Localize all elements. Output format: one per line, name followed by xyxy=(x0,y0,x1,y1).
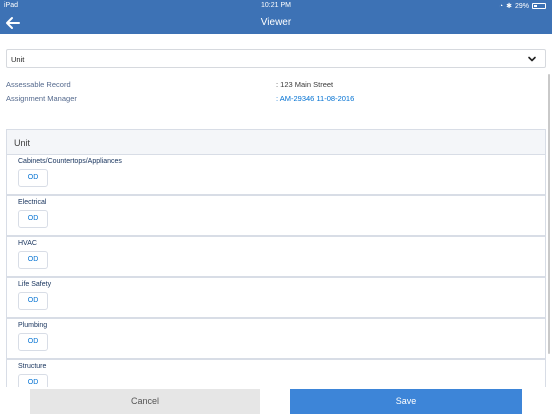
item-label: Electrical xyxy=(18,199,47,206)
battery-percent: 29% xyxy=(514,2,529,10)
save-button[interactable]: Save xyxy=(290,389,522,414)
item-label: Structure xyxy=(18,363,47,370)
list-item: Life Safety OD xyxy=(7,278,545,319)
page-title: Viewer xyxy=(260,17,292,28)
item-label: Plumbing xyxy=(18,322,48,329)
unit-select[interactable]: Unit xyxy=(6,49,546,68)
main-content: Unit Assessable Record : 123 Main Street… xyxy=(0,34,552,387)
section-title: Unit xyxy=(7,130,545,155)
scrollbar[interactable] xyxy=(548,74,550,354)
bluetooth-icon: ✱ xyxy=(506,3,512,10)
status-right: ◔ ✱ 29% xyxy=(499,2,546,10)
item-label: Cabinets/Countertops/Appliances xyxy=(18,158,122,165)
battery-icon xyxy=(532,3,546,9)
list-item: Plumbing OD xyxy=(7,319,545,360)
list-item: HVAC OD xyxy=(7,237,545,278)
list-item: Cabinets/Countertops/Appliances OD xyxy=(7,155,545,196)
assignment-manager-label: Assignment Manager xyxy=(6,94,77,103)
status-time: 10:21 PM xyxy=(261,2,291,9)
item-label: HVAC xyxy=(18,240,37,247)
assessable-record-value: : 123 Main Street xyxy=(276,80,334,89)
od-button[interactable]: OD xyxy=(18,333,48,351)
assignment-manager-link[interactable]: : AM-29346 11-08-2016 xyxy=(276,94,354,103)
od-button[interactable]: OD xyxy=(18,292,48,310)
lock-rotation-icon: ◔ xyxy=(498,2,504,10)
od-button[interactable]: OD xyxy=(18,374,48,387)
od-button[interactable]: OD xyxy=(18,251,48,269)
cancel-button[interactable]: Cancel xyxy=(30,389,260,414)
od-button[interactable]: OD xyxy=(18,210,48,228)
od-button[interactable]: OD xyxy=(18,169,48,187)
list-item: Structure OD xyxy=(7,360,545,387)
unit-section: Unit Cabinets/Countertops/Appliances OD … xyxy=(6,129,546,387)
list-item: Electrical OD xyxy=(7,196,545,237)
status-bar: iPad 10:21 PM ◔ ✱ 29% xyxy=(0,0,552,12)
nav-bar: Viewer xyxy=(0,12,552,34)
assessable-record-label: Assessable Record xyxy=(6,80,71,89)
footer-bar: Cancel Save xyxy=(0,387,552,414)
chevron-down-icon xyxy=(528,56,536,62)
unit-select-value: Unit xyxy=(11,55,25,64)
item-label: Life Safety xyxy=(18,281,52,288)
